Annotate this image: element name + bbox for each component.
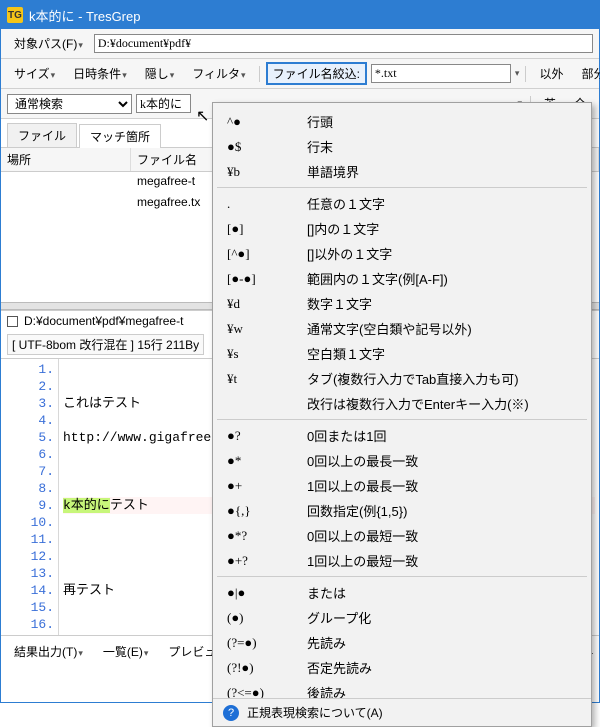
help-icon: ?	[223, 705, 239, 721]
regex-menu-item[interactable]: ●*0回以上の最長一致	[213, 448, 591, 473]
separator	[259, 66, 260, 82]
regex-menu-item[interactable]: [●][]内の１文字	[213, 216, 591, 241]
regex-menu-item[interactable]: ¥d数字１文字	[213, 291, 591, 316]
size-filter[interactable]: サイズ	[7, 62, 62, 85]
th-filename[interactable]: ファイル名	[131, 148, 213, 171]
app-icon: TG	[7, 7, 23, 23]
regex-menu-item[interactable]: ●+1回以上の最長一致	[213, 473, 591, 498]
filter-dropdown[interactable]: フィルタ	[185, 62, 252, 85]
regex-menu-item[interactable]: ^●行頭	[213, 109, 591, 134]
regex-menu-item[interactable]: ●?0回または1回	[213, 423, 591, 448]
except-button[interactable]: 以外	[532, 62, 570, 85]
path-input[interactable]	[94, 34, 593, 53]
regex-menu-item[interactable]: ●{,}回数指定(例{1,5})	[213, 498, 591, 523]
file-info: [ UTF-8bom 改行混在 ] 15行 211By	[7, 334, 204, 355]
regex-help-popup: ^●行頭●$行末¥b単語境界 .任意の１文字[●][]内の１文字[^●][]以外の…	[212, 102, 592, 727]
regex-menu-item[interactable]: ¥s空白類１文字	[213, 341, 591, 366]
list-menu[interactable]: 一覧(E)	[96, 640, 156, 663]
regex-menu-item[interactable]: [●-●]範囲内の１文字(例[A-F])	[213, 266, 591, 291]
line-gutter: 1.2.3.4.5.6.7.8.9.10.11.12.13.14.15.16.	[1, 359, 59, 635]
filename-filter-label[interactable]: ファイル名絞込:	[266, 62, 367, 85]
regex-menu-item[interactable]: ¥w通常文字(空白類や記号以外)	[213, 316, 591, 341]
regex-menu-item[interactable]: (●)グループ化	[213, 605, 591, 630]
separator	[525, 66, 526, 82]
collapse-icon[interactable]	[7, 316, 18, 327]
regex-menu-item[interactable]: ●$行末	[213, 134, 591, 159]
regex-menu-item[interactable]: ¥b単語境界	[213, 159, 591, 184]
window-title: k本的に - TresGrep	[29, 6, 140, 25]
filename-filter-input[interactable]	[371, 64, 511, 83]
regex-menu-item[interactable]: (?<=●)後読み	[213, 680, 591, 698]
target-path-label[interactable]: 対象パス(F)	[7, 32, 90, 55]
title-bar: TG k本的に - TresGrep	[1, 1, 599, 29]
regex-menu-item[interactable]: ●+?1回以上の最短一致	[213, 548, 591, 573]
part-button[interactable]: 部分	[574, 62, 600, 85]
date-filter[interactable]: 日時条件	[66, 62, 134, 85]
file-path: D:¥document¥pdf¥megafree-t	[24, 314, 183, 328]
regex-menu-item[interactable]: ●|●または	[213, 580, 591, 605]
tab-file[interactable]: ファイル	[7, 123, 77, 147]
search-mode-select[interactable]: 通常検索	[7, 94, 132, 114]
tab-match[interactable]: マッチ箇所	[79, 124, 161, 148]
output-menu[interactable]: 結果出力(T)	[7, 640, 90, 663]
regex-menu-item[interactable]: ●*?0回以上の最短一致	[213, 523, 591, 548]
regex-menu-item[interactable]: 改行は複数行入力でEnterキー入力(※)	[213, 391, 591, 416]
regex-menu-item[interactable]: (?!●)否定先読み	[213, 655, 591, 680]
target-path-row: 対象パス(F)	[1, 29, 599, 59]
filter-row: サイズ 日時条件 隠し フィルタ ファイル名絞込: ▾ 以外 部分 階層 全	[1, 59, 599, 89]
regex-menu-item[interactable]: .任意の１文字	[213, 191, 591, 216]
regex-help-link[interactable]: ? 正規表現検索について(A)	[213, 698, 591, 726]
regex-menu-item[interactable]: ¥tタブ(複数行入力でTab直接入力も可)	[213, 366, 591, 391]
th-location[interactable]: 場所	[1, 148, 131, 171]
regex-menu-item[interactable]: [^●][]以外の１文字	[213, 241, 591, 266]
regex-menu-item[interactable]: (?=●)先読み	[213, 630, 591, 655]
search-text-input[interactable]	[136, 94, 191, 113]
hidden-filter[interactable]: 隠し	[138, 62, 182, 85]
